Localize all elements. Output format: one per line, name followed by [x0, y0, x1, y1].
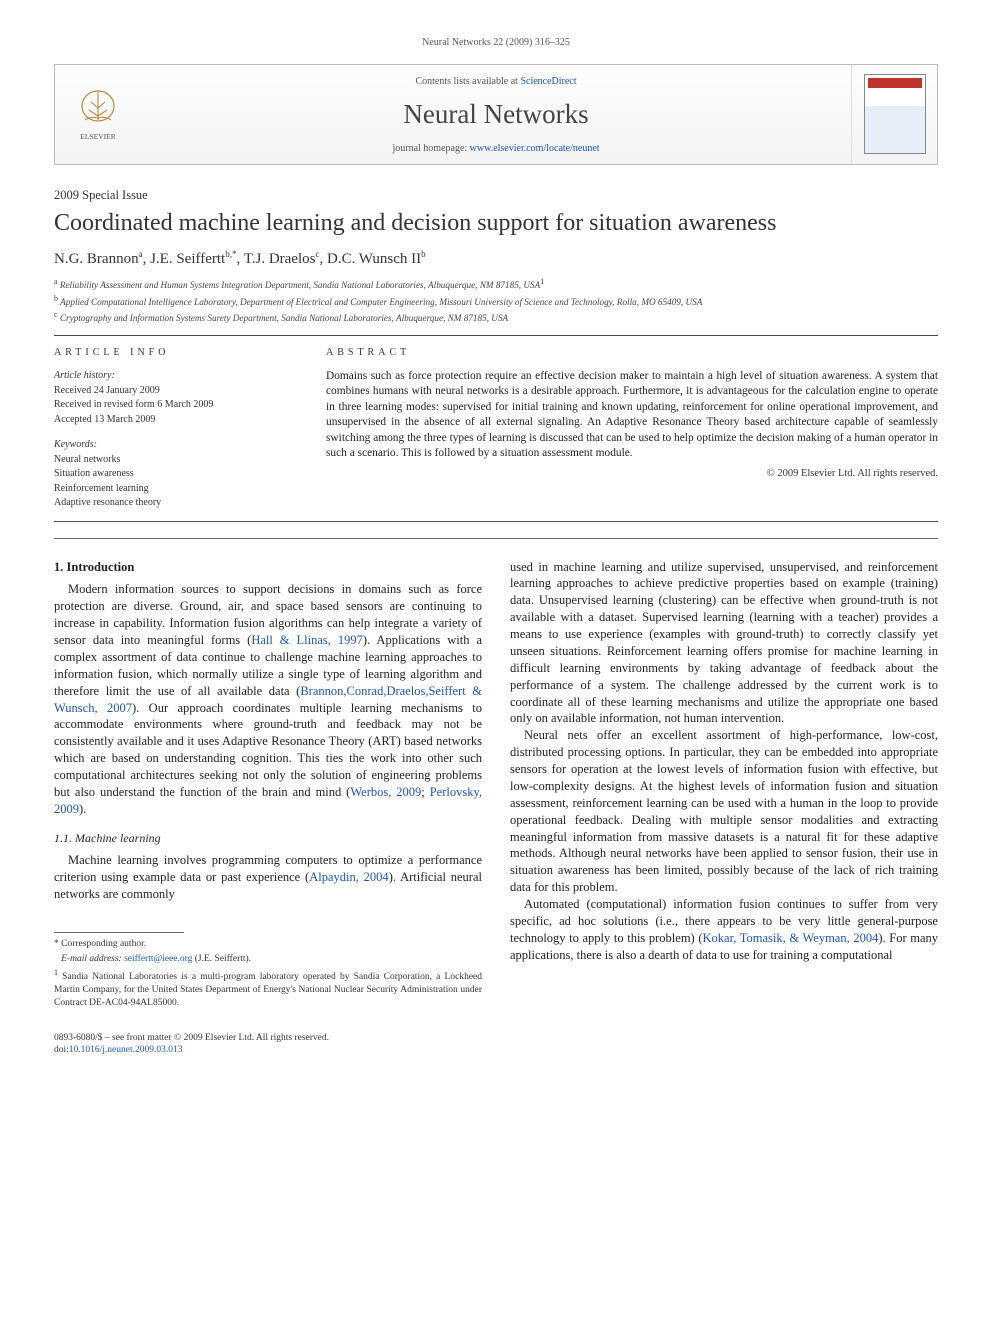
author-list: N.G. Brannona, J.E. Seifferttb,*, T.J. D…: [54, 248, 938, 269]
abstract-block: ABSTRACT Domains such as force protectio…: [326, 346, 938, 511]
citation-link[interactable]: Hall & Llinas, 1997: [251, 633, 363, 647]
footnote-email: E-mail address: seiffertt@ieee.org (J.E.…: [54, 953, 482, 966]
author: J.E. Seifferttb,*: [150, 251, 236, 267]
keyword: Reinforcement learning: [54, 482, 294, 496]
abstract-header: ABSTRACT: [326, 346, 938, 360]
doi-line: doi:10.1016/j.neunet.2009.03.013: [54, 1044, 482, 1057]
citation-link[interactable]: Alpaydin, 2004: [309, 870, 388, 884]
doi-link[interactable]: 10.1016/j.neunet.2009.03.013: [69, 1045, 183, 1055]
body-start-rule: [54, 538, 938, 539]
paragraph: Modern information sources to support de…: [54, 581, 482, 817]
history-revised: Received in revised form 6 March 2009: [54, 398, 294, 412]
left-column: 1. Introduction Modern information sourc…: [54, 559, 482, 1058]
citation-link[interactable]: Kokar, Tomasik, & Weyman, 2004: [703, 931, 879, 945]
article-info-block: ARTICLE INFO Article history: Received 2…: [54, 346, 294, 511]
affiliation: a Reliability Assessment and Human Syste…: [54, 277, 938, 291]
body-columns: 1. Introduction Modern information sourc…: [54, 559, 938, 1058]
keywords-head: Keywords:: [54, 438, 294, 452]
paragraph: used in machine learning and utilize sup…: [510, 559, 938, 728]
history-head: Article history:: [54, 369, 294, 383]
contents-available-line: Contents lists available at ScienceDirec…: [151, 75, 841, 89]
email-link[interactable]: seiffertt@ieee.org: [124, 954, 192, 964]
journal-banner: ELSEVIER Contents lists available at Sci…: [54, 64, 938, 165]
history-accepted: Accepted 13 March 2009: [54, 413, 294, 427]
footnote-rule: [54, 932, 184, 933]
journal-cover-icon: [864, 74, 926, 154]
journal-homepage-link[interactable]: www.elsevier.com/locate/neunet: [470, 143, 600, 154]
sciencedirect-link[interactable]: ScienceDirect: [520, 76, 576, 87]
keyword: Situation awareness: [54, 467, 294, 481]
abstract-copyright: © 2009 Elsevier Ltd. All rights reserved…: [326, 467, 938, 481]
citation-link[interactable]: Werbos, 2009: [350, 785, 421, 799]
paper-title: Coordinated machine learning and decisio…: [54, 208, 938, 238]
author: N.G. Brannona: [54, 251, 143, 267]
publisher-logo-slot: ELSEVIER: [55, 65, 141, 164]
footnote-corresponding: * Corresponding author.: [54, 938, 482, 951]
footnote-1: 1 Sandia National Laboratories is a mult…: [54, 968, 482, 1010]
meta-row: ARTICLE INFO Article history: Received 2…: [54, 346, 938, 511]
keyword: Neural networks: [54, 453, 294, 467]
subsection-head-1-1: 1.1. Machine learning: [54, 830, 482, 846]
history-received: Received 24 January 2009: [54, 384, 294, 398]
separator-rule: [54, 335, 938, 336]
imprint-line: 0893-6080/$ – see front matter © 2009 El…: [54, 1032, 482, 1045]
affiliation: c Cryptography and Information Systems S…: [54, 310, 938, 324]
banner-center: Contents lists available at ScienceDirec…: [141, 65, 851, 164]
right-column: used in machine learning and utilize sup…: [510, 559, 938, 1058]
homepage-pre: journal homepage:: [392, 143, 469, 154]
issue-line: 2009 Special Issue: [54, 187, 938, 204]
keyword: Adaptive resonance theory: [54, 496, 294, 510]
author: D.C. Wunsch IIb: [327, 251, 426, 267]
running-header: Neural Networks 22 (2009) 316–325: [54, 36, 938, 50]
journal-homepage-line: journal homepage: www.elsevier.com/locat…: [151, 142, 841, 156]
section-head-1: 1. Introduction: [54, 559, 482, 576]
journal-name: Neural Networks: [151, 96, 841, 132]
abstract-text: Domains such as force protection require…: [326, 369, 938, 461]
cover-thumb-slot: [851, 65, 937, 164]
article-info-header: ARTICLE INFO: [54, 346, 294, 360]
author: T.J. Draelosc: [244, 251, 320, 267]
paragraph: Neural nets offer an excellent assortmen…: [510, 727, 938, 896]
paragraph: Automated (computational) information fu…: [510, 896, 938, 964]
separator-rule: [54, 521, 938, 522]
contents-pre: Contents lists available at: [415, 76, 520, 87]
elsevier-word: ELSEVIER: [80, 132, 115, 141]
affiliation: b Applied Computational Intelligence Lab…: [54, 294, 938, 308]
imprint-block: 0893-6080/$ – see front matter © 2009 El…: [54, 1032, 482, 1058]
paragraph: Machine learning involves programming co…: [54, 852, 482, 903]
elsevier-tree-icon: ELSEVIER: [71, 84, 125, 144]
